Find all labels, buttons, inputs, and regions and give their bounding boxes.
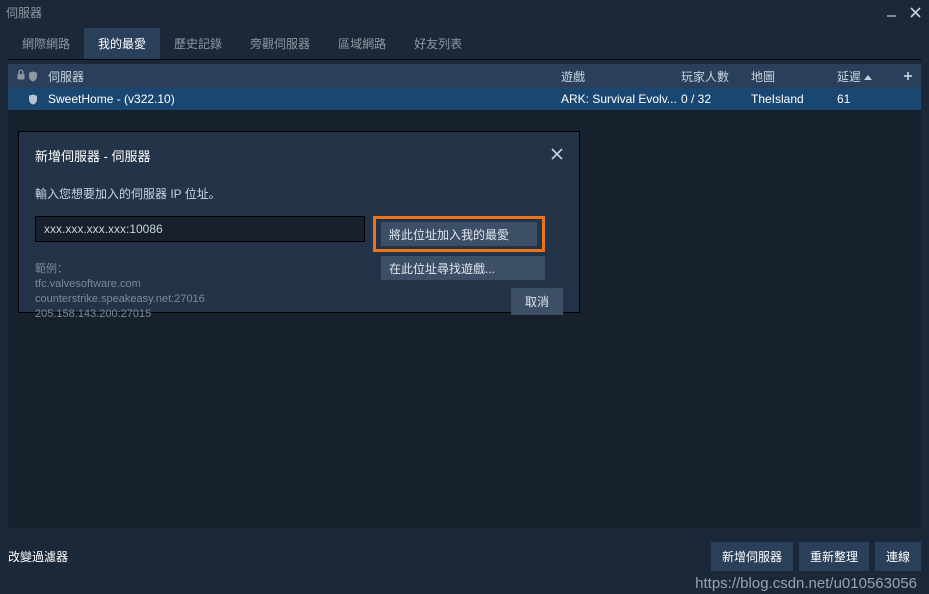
- footer: 改變過濾器 新增伺服器 重新整理 連線: [8, 542, 921, 570]
- cell-players: 0 / 32: [681, 92, 751, 106]
- tab-spectate[interactable]: 旁觀伺服器: [236, 28, 324, 59]
- close-button[interactable]: [907, 4, 923, 20]
- tab-favorites[interactable]: 我的最愛: [84, 28, 160, 59]
- table-row[interactable]: SweetHome - (v322.10) ARK: Survival Evol…: [8, 88, 921, 110]
- window-title: 伺服器: [6, 4, 42, 21]
- tab-lan[interactable]: 區域網路: [324, 28, 400, 59]
- add-server-button[interactable]: 新增伺服器: [711, 542, 793, 571]
- add-column-button[interactable]: [899, 71, 917, 81]
- header-game[interactable]: 遊戲: [561, 68, 681, 85]
- cell-game: ARK: Survival Evolv...: [561, 92, 681, 106]
- header-players[interactable]: 玩家人數: [681, 68, 751, 85]
- tab-bar: 網際網路 我的最愛 歷史記錄 旁觀伺服器 區域網路 好友列表: [8, 28, 921, 60]
- header-map[interactable]: 地圖: [751, 68, 837, 85]
- header-icons[interactable]: [12, 69, 42, 83]
- cell-server: SweetHome - (v322.10): [42, 92, 561, 106]
- dialog-title: 新增伺服器 - 伺服器: [35, 146, 151, 165]
- example-line: 205.158.143.200:27015: [35, 307, 373, 322]
- sort-asc-icon: [864, 69, 872, 83]
- title-bar: 伺服器: [0, 0, 929, 24]
- dialog-prompt: 輸入您想要加入的伺服器 IP 位址。: [35, 185, 563, 202]
- examples-header: 範例：: [35, 262, 373, 277]
- refresh-button[interactable]: 重新整理: [799, 542, 869, 571]
- add-server-dialog: 新增伺服器 - 伺服器 輸入您想要加入的伺服器 IP 位址。 將此位址加入我的最…: [18, 131, 580, 313]
- connect-button[interactable]: 連線: [875, 542, 921, 571]
- shield-icon: [28, 94, 38, 105]
- minimize-button[interactable]: [883, 4, 899, 20]
- change-filters-link[interactable]: 改變過濾器: [8, 548, 68, 565]
- add-to-favorites-highlight: 將此位址加入我的最愛: [373, 216, 545, 252]
- ip-address-input[interactable]: [35, 216, 365, 242]
- header-server[interactable]: 伺服器: [42, 68, 561, 85]
- tab-history[interactable]: 歷史記錄: [160, 28, 236, 59]
- header-latency[interactable]: 延遲: [837, 68, 899, 85]
- example-line: counterstrike.speakeasy.net:27016: [35, 292, 373, 307]
- cancel-button[interactable]: 取消: [511, 288, 563, 315]
- cell-map: TheIsland: [751, 92, 837, 106]
- find-games-button[interactable]: 在此位址尋找遊戲...: [381, 256, 545, 280]
- dialog-close-button[interactable]: [551, 148, 563, 163]
- example-line: tfc.valvesoftware.com: [35, 277, 373, 292]
- lock-icon: [16, 69, 26, 83]
- watermark: https://blog.csdn.net/u010563056: [0, 575, 929, 592]
- tab-internet[interactable]: 網際網路: [8, 28, 84, 59]
- tab-friends[interactable]: 好友列表: [400, 28, 476, 59]
- table-header: 伺服器 遊戲 玩家人數 地圖 延遲: [8, 64, 921, 88]
- add-to-favorites-button[interactable]: 將此位址加入我的最愛: [381, 222, 537, 246]
- cell-latency: 61: [837, 92, 899, 106]
- shield-icon: [28, 71, 38, 82]
